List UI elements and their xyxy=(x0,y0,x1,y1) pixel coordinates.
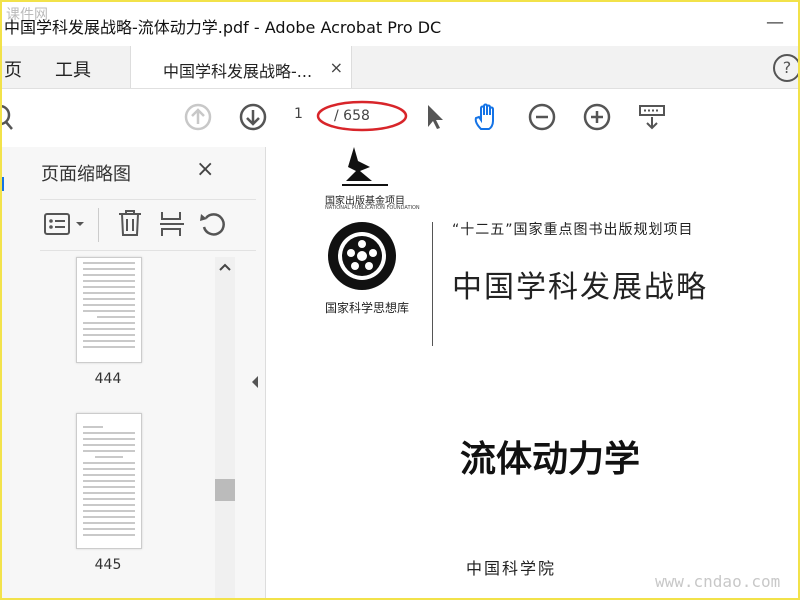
thumbnail-page-445[interactable] xyxy=(76,413,142,549)
trash-icon[interactable] xyxy=(116,208,144,242)
current-page-input[interactable]: 1 xyxy=(294,106,303,122)
title-bar: 课件网 中国学科发展战略-流体动力学.pdf - Adobe Acrobat P… xyxy=(0,0,800,46)
thumbnail-label: 444 xyxy=(94,371,122,387)
hand-icon[interactable] xyxy=(471,101,503,133)
series-library-label: 国家科学思想库 xyxy=(325,301,410,315)
thumbnail-page-444[interactable] xyxy=(76,257,142,363)
document-tab[interactable]: 中国学科发展战略-... × xyxy=(130,46,352,88)
site-watermark: www.cndao.com xyxy=(655,572,781,591)
scroll-thumb[interactable] xyxy=(215,479,235,501)
book-title: 流体动力学 xyxy=(460,438,641,480)
collapse-panel-button[interactable] xyxy=(245,375,265,395)
panel-toolbar-divider xyxy=(98,208,99,242)
thumbnail-options-icon[interactable] xyxy=(44,212,86,242)
cas-emblem-icon xyxy=(326,220,398,296)
help-button[interactable]: ? xyxy=(773,54,800,82)
zoom-in-icon[interactable] xyxy=(581,101,613,133)
menu-item-home[interactable]: 页 xyxy=(4,56,22,82)
panel-toolbar xyxy=(40,199,256,251)
chevron-up-icon[interactable] xyxy=(218,261,232,277)
active-indicator xyxy=(2,177,4,191)
rotate-icon[interactable] xyxy=(198,209,228,243)
minimize-button[interactable]: — xyxy=(760,10,790,36)
menu-item-tools[interactable]: 工具 xyxy=(55,56,91,82)
author-label: 中国科学院 xyxy=(466,559,557,578)
menu-bar: 页 工具 xyxy=(0,46,800,89)
panel-title: 页面缩略图 xyxy=(41,164,131,185)
thumbnails-panel: 页面缩略图 × 444 445 xyxy=(10,147,266,600)
highlight-ellipse xyxy=(316,100,408,132)
thumbnail-scrollbar[interactable] xyxy=(215,257,235,600)
publisher-label-en: NATIONAL PUBLICATION FOUNDATION xyxy=(325,205,420,211)
series-title: 中国学科发展战略 xyxy=(452,270,708,305)
title-divider xyxy=(432,222,433,346)
zoom-out-icon[interactable] xyxy=(526,101,558,133)
publisher-logo-icon xyxy=(336,147,394,193)
panel-close-button[interactable]: × xyxy=(196,157,214,182)
project-label: “十二五”国家重点图书出版规划项目 xyxy=(452,222,694,238)
document-tab-label: 中国学科发展战略-... xyxy=(163,62,313,81)
select-arrow-icon[interactable] xyxy=(420,101,452,133)
document-tab-close-button[interactable]: × xyxy=(330,58,343,77)
window-title: 中国学科发展战略-流体动力学.pdf - Adobe Acrobat Pro D… xyxy=(4,18,442,37)
search-icon[interactable] xyxy=(0,103,14,135)
document-view xyxy=(266,147,800,600)
next-page-icon[interactable] xyxy=(237,101,269,133)
extract-pages-icon[interactable] xyxy=(158,209,186,243)
thumbnail-label: 445 xyxy=(94,557,122,573)
prev-page-icon[interactable] xyxy=(182,101,214,133)
keyboard-icon[interactable] xyxy=(636,101,668,133)
